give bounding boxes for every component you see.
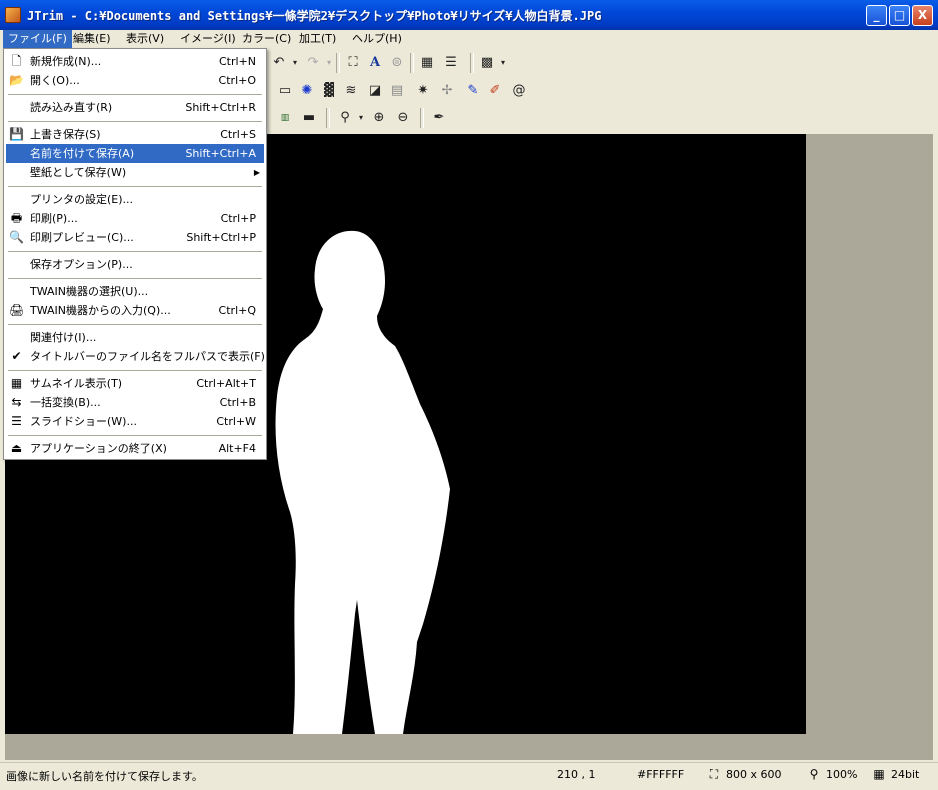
maximize-button[interactable]: □ xyxy=(889,5,910,26)
color-depth-icon: ▦ xyxy=(873,767,885,781)
menu-separator xyxy=(8,94,262,95)
zoom-out-icon[interactable]: ⊖ xyxy=(394,109,412,127)
toolbar-separator xyxy=(410,53,414,73)
cursor-coordinates: 210 , 1 xyxy=(557,768,596,781)
menu-item-open[interactable]: 📂 開く(O)... Ctrl+O xyxy=(6,71,264,90)
slideshow-icon: ☰ xyxy=(11,414,22,428)
menu-separator xyxy=(8,186,262,187)
menu-process[interactable]: 加工(T) xyxy=(294,30,341,48)
splash-icon[interactable]: ✢ xyxy=(438,82,456,100)
slideshow-toolbar-icon[interactable]: ☰ xyxy=(442,54,460,72)
fit-window-icon[interactable]: ⛶ xyxy=(344,54,362,72)
undo-dropdown-icon[interactable]: ▾ xyxy=(286,54,304,72)
toolbar-separator xyxy=(470,53,474,73)
grid-dropdown-icon[interactable]: ▾ xyxy=(494,54,512,72)
title-bar[interactable]: JTrim - C:¥Documents and Settings¥一條学院2¥… xyxy=(0,0,938,30)
thumbnail-icon: ▦ xyxy=(10,376,23,390)
menu-view[interactable]: 表示(V) xyxy=(121,30,169,48)
menu-item-fullpath-title[interactable]: ✔ タイトルバーのファイル名をフルパスで表示(F) xyxy=(6,347,264,366)
printer-icon: 🖶 xyxy=(10,211,23,225)
tile-icon[interactable]: ◪ xyxy=(366,82,384,100)
open-folder-icon: 📂 xyxy=(9,73,24,87)
menu-item-printer-setup[interactable]: プリンタの設定(E)... xyxy=(6,190,264,209)
sun-effect-icon[interactable]: ✺ xyxy=(298,82,316,100)
text-tool-icon[interactable]: A xyxy=(366,54,384,72)
menu-separator xyxy=(8,324,262,325)
new-file-icon: 🗋 xyxy=(11,54,22,68)
print-preview-icon: 🔍 xyxy=(9,230,24,244)
zoom-dropdown-icon[interactable]: ▾ xyxy=(352,109,370,127)
zoom-in-icon[interactable]: ⊕ xyxy=(370,109,388,127)
spiral-icon[interactable]: @ xyxy=(510,82,528,100)
scanner-icon: 🖨 xyxy=(9,303,25,317)
thumbnail-view-icon[interactable]: ▦ xyxy=(418,54,436,72)
menu-item-save-options[interactable]: 保存オプション(P)... xyxy=(6,255,264,274)
color-depth: 24bit xyxy=(891,768,920,781)
batch-convert-icon: ⇆ xyxy=(11,395,22,409)
menu-edit[interactable]: 編集(E) xyxy=(68,30,116,48)
pixel-color-value: #FFFFFF xyxy=(637,768,685,781)
eraser-icon[interactable]: ✐ xyxy=(486,82,504,100)
menu-item-twain-select[interactable]: TWAIN機器の選択(U)... xyxy=(6,282,264,301)
exit-app-icon: ⏏ xyxy=(10,441,23,455)
menu-separator xyxy=(8,121,262,122)
menu-item-save-wallpaper[interactable]: 壁紙として保存(W) ▶ xyxy=(6,163,264,182)
menu-item-save[interactable]: 💾 上書き保存(S) Ctrl+S xyxy=(6,125,264,144)
spot-icon[interactable]: ✷ xyxy=(414,82,432,100)
window-title: JTrim - C:¥Documents and Settings¥一條学院2¥… xyxy=(27,9,602,23)
status-bar: 画像に新しい名前を付けて保存します。 210 , 1 #FFFFFF ⛶ 800… xyxy=(0,762,938,787)
xor-icon[interactable]: ▥ xyxy=(276,109,294,127)
menu-help[interactable]: ヘルプ(H) xyxy=(347,30,407,48)
menu-item-exit[interactable]: ⏏ アプリケーションの終了(X) Alt+F4 xyxy=(6,439,264,458)
toolbar-separator xyxy=(420,108,424,128)
image-size-icon: ⛶ xyxy=(709,767,719,781)
frame-icon[interactable]: ▭ xyxy=(276,82,294,100)
file-menu-dropdown: 🗋 新規作成(N)... Ctrl+N 📂 開く(O)... Ctrl+O 読み… xyxy=(3,48,267,460)
menu-item-thumbnail[interactable]: ▦ サムネイル表示(T) Ctrl+Alt+T xyxy=(6,374,264,393)
menu-item-print-preview[interactable]: 🔍 印刷プレビュー(C)... Shift+Ctrl+P xyxy=(6,228,264,247)
menu-item-new[interactable]: 🗋 新規作成(N)... Ctrl+N xyxy=(6,52,264,71)
app-window: JTrim - C:¥Documents and Settings¥一條学院2¥… xyxy=(0,0,938,790)
close-button[interactable]: X xyxy=(912,5,933,26)
menu-separator xyxy=(8,435,262,436)
minimize-button[interactable]: _ xyxy=(866,5,887,26)
toolbar-separator xyxy=(336,53,340,73)
menu-file[interactable]: ファイル(F) xyxy=(3,30,72,48)
align-icon[interactable]: ⊜ xyxy=(388,54,406,72)
zoom-level: 100% xyxy=(826,768,858,781)
menu-bar: ファイル(F) 編集(E) 表示(V) イメージ(I) カラー(C) 加工(T)… xyxy=(0,30,938,48)
gradient-icon[interactable]: ▬ xyxy=(300,109,318,127)
toolbar-separator xyxy=(326,108,330,128)
menu-item-batch-convert[interactable]: ⇆ 一括変換(B)... Ctrl+B xyxy=(6,393,264,412)
checkmark-icon: ✔ xyxy=(11,349,22,363)
menu-item-print[interactable]: 🖶 印刷(P)... Ctrl+P xyxy=(6,209,264,228)
image-size: 800 x 600 xyxy=(726,768,782,781)
menu-item-associate[interactable]: 関連付け(I)... xyxy=(6,328,264,347)
menu-separator xyxy=(8,278,262,279)
pen-icon[interactable]: ✎ xyxy=(464,82,482,100)
menu-image[interactable]: イメージ(I) xyxy=(175,30,241,48)
brick-icon[interactable]: ▤ xyxy=(388,82,406,100)
submenu-arrow-icon: ▶ xyxy=(253,168,260,177)
jtrim-app-icon[interactable] xyxy=(5,7,21,23)
mosaic-icon[interactable]: ▓ xyxy=(320,82,338,100)
status-message: 画像に新しい名前を付けて保存します。 xyxy=(6,770,203,783)
menu-item-slideshow[interactable]: ☰ スライドショー(W)... Ctrl+W xyxy=(6,412,264,431)
menu-separator xyxy=(8,251,262,252)
wave-icon[interactable]: ≋ xyxy=(342,82,360,100)
menu-separator xyxy=(8,370,262,371)
zoom-status-icon: ⚲ xyxy=(809,767,819,781)
eyedropper-icon[interactable]: ✒ xyxy=(430,109,448,127)
menu-item-reload[interactable]: 読み込み直す(R) Shift+Ctrl+R xyxy=(6,98,264,117)
save-disk-icon: 💾 xyxy=(9,127,24,141)
menu-color[interactable]: カラー(C) xyxy=(237,30,296,48)
menu-item-twain-input[interactable]: 🖨 TWAIN機器からの入力(Q)... Ctrl+Q xyxy=(6,301,264,320)
menu-item-save-as[interactable]: 名前を付けて保存(A) Shift+Ctrl+A xyxy=(6,144,264,163)
